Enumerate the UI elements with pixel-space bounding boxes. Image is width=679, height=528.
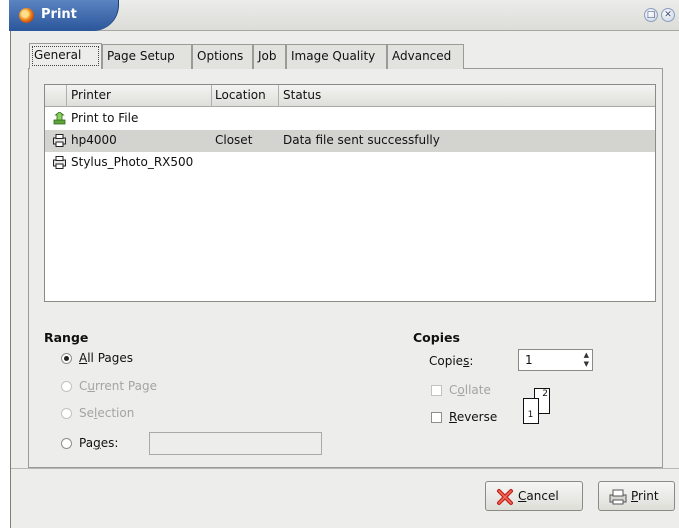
printer-location: Closet: [215, 133, 253, 147]
tab-label: Job: [258, 49, 277, 63]
list-header: Printer Location Status: [45, 85, 655, 107]
tab-label: Advanced: [392, 49, 452, 63]
print-button[interactable]: Print: [598, 481, 675, 511]
printer-icon: [609, 489, 627, 505]
printer-icon: [53, 156, 66, 169]
sheet-front: 1: [523, 398, 539, 424]
radio-indicator: [61, 438, 72, 449]
tab-options[interactable]: Options: [192, 44, 253, 69]
radio-label: Current Page: [79, 379, 157, 393]
collate-preview-icon: 2 1: [523, 388, 559, 426]
restore-button[interactable]: □: [644, 8, 658, 22]
selection-radio: Selection: [61, 405, 171, 423]
column-separator: [211, 85, 212, 107]
radio-label: Pages:: [79, 436, 119, 450]
window-title: Print: [41, 7, 77, 22]
reverse-checkbox[interactable]: Reverse: [431, 409, 511, 427]
radio-indicator: [61, 381, 72, 392]
printer-list[interactable]: Printer Location Status Print to File hp…: [44, 84, 656, 302]
button-label: Cancel: [518, 489, 559, 503]
firefox-icon: [19, 8, 34, 23]
cancel-icon: [497, 489, 513, 505]
radio-label: All Pages: [79, 351, 134, 365]
copies-value: 1: [525, 353, 533, 367]
printer-name: Print to File: [71, 111, 139, 125]
printer-row-stylus-photo[interactable]: Stylus_Photo_RX500: [45, 152, 655, 174]
radio-indicator: [61, 408, 72, 419]
spin-up-icon[interactable]: ▲: [584, 351, 589, 360]
all-pages-radio[interactable]: All Pages: [61, 350, 181, 368]
tab-image-quality[interactable]: Image Quality: [286, 44, 387, 69]
collate-checkbox: Collate: [431, 382, 511, 400]
print-to-file-icon: [53, 112, 66, 125]
checkbox-indicator: [431, 412, 442, 423]
column-header-printer[interactable]: Printer: [71, 88, 111, 102]
spin-down-icon[interactable]: ▼: [584, 360, 589, 369]
copies-label: Copies:: [429, 354, 474, 368]
checkbox-label: Collate: [449, 383, 491, 397]
tab-label: Image Quality: [291, 49, 376, 63]
close-button[interactable]: ✕: [661, 8, 675, 22]
checkbox-label: Reverse: [449, 410, 498, 424]
title-bar[interactable]: Print □ ✕: [9, 0, 679, 31]
tab-general[interactable]: General: [29, 43, 102, 69]
print-dialog: Print □ ✕ General Page Setup Options Job…: [9, 0, 679, 528]
printer-row-hp4000[interactable]: hp4000 Closet Data file sent successfull…: [45, 130, 655, 152]
printer-name: hp4000: [71, 133, 117, 147]
pages-radio[interactable]: Pages:: [61, 435, 141, 453]
cancel-button[interactable]: Cancel: [485, 481, 583, 511]
tab-label: General: [34, 48, 82, 62]
radio-indicator: [61, 353, 72, 364]
column-header-status[interactable]: Status: [283, 88, 321, 102]
tab-advanced[interactable]: Advanced: [387, 44, 464, 69]
column-separator: [66, 85, 67, 107]
checkbox-indicator: [431, 385, 442, 396]
printer-name: Stylus_Photo_RX500: [71, 155, 194, 169]
tab-job[interactable]: Job: [253, 44, 286, 69]
copies-spinbutton[interactable]: 1 ▲ ▼: [518, 349, 593, 371]
button-label: Print: [631, 489, 659, 503]
radio-label: Selection: [79, 406, 135, 420]
printer-status: Data file sent successfully: [283, 133, 440, 147]
column-separator: [278, 85, 279, 107]
close-icon: ✕: [664, 10, 672, 20]
pages-input[interactable]: [149, 432, 322, 455]
title-tab: Print: [9, 0, 119, 31]
current-page-radio: Current Page: [61, 378, 191, 396]
printer-row-print-to-file[interactable]: Print to File: [45, 108, 655, 130]
column-header-location[interactable]: Location: [215, 88, 266, 102]
restore-icon: □: [646, 10, 656, 20]
button-separator: [11, 468, 679, 469]
tab-label: Options: [197, 49, 244, 63]
tab-label: Page Setup: [107, 49, 175, 63]
copies-title: Copies: [413, 330, 460, 345]
spin-arrows[interactable]: ▲ ▼: [584, 351, 589, 369]
tab-page-setup[interactable]: Page Setup: [102, 44, 192, 69]
range-title: Range: [44, 330, 89, 345]
printer-icon: [53, 134, 66, 147]
